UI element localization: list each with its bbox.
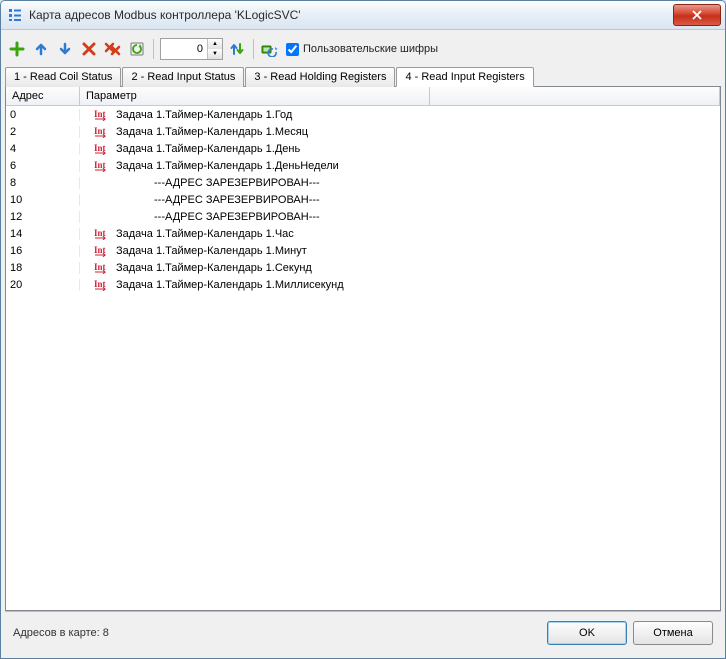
int-type-icon: Int (94, 278, 110, 291)
parameter-text: Задача 1.Таймер-Календарь 1.Месяц (116, 126, 308, 138)
parameter-text: Задача 1.Таймер-Календарь 1.Час (116, 228, 294, 240)
sort-icon[interactable] (227, 39, 247, 59)
cell-parameter: Int Задача 1.Таймер-Календарь 1.Месяц (80, 125, 720, 138)
cell-parameter: Int Задача 1.Таймер-Календарь 1.ДеньНедел… (80, 159, 720, 172)
parameter-text: Задача 1.Таймер-Календарь 1.День (116, 143, 300, 155)
offset-spinner[interactable]: ▲ ▼ (160, 38, 223, 60)
parameter-text: Задача 1.Таймер-Календарь 1.ДеньНедели (116, 160, 339, 172)
cancel-button[interactable]: Отмена (633, 621, 713, 645)
grid-body[interactable]: 0 Int Задача 1.Таймер-Календарь 1.Год 2 Int З… (6, 106, 720, 610)
cell-parameter: Int Задача 1.Таймер-Календарь 1.Час (80, 227, 720, 240)
parameter-text: Задача 1.Таймер-Календарь 1.Миллисекунд (116, 279, 344, 291)
tab-3[interactable]: 4 - Read Input Registers (396, 67, 533, 87)
table-row[interactable]: 0 Int Задача 1.Таймер-Календарь 1.Год (6, 106, 720, 123)
int-type-icon: Int (94, 108, 110, 121)
cell-address: 2 (6, 126, 80, 138)
cell-parameter: Int Задача 1.Таймер-Календарь 1.Минут (80, 244, 720, 257)
cell-address: 10 (6, 194, 80, 206)
cell-parameter: Int Задача 1.Таймер-Календарь 1.День (80, 142, 720, 155)
status-text: Адресов в карте: 8 (13, 627, 541, 639)
cell-parameter: ---АДРЕС ЗАРЕЗЕРВИРОВАН--- (80, 211, 720, 223)
cell-address: 6 (6, 160, 80, 172)
table-row[interactable]: 18 Int Задача 1.Таймер-Календарь 1.Секунд (6, 259, 720, 276)
spinner-down[interactable]: ▼ (208, 49, 222, 59)
delete-icon[interactable] (79, 39, 99, 59)
close-button[interactable] (673, 4, 721, 26)
tab-0[interactable]: 1 - Read Coil Status (5, 67, 121, 87)
table-row[interactable]: 14 Int Задача 1.Таймер-Календарь 1.Час (6, 225, 720, 242)
statusbar: Адресов в карте: 8 OK Отмена (5, 611, 721, 654)
device-icon[interactable] (260, 39, 280, 59)
user-ciphers-input[interactable] (286, 43, 299, 56)
delete-all-icon[interactable] (103, 39, 123, 59)
int-type-icon: Int (94, 227, 110, 240)
cell-address: 16 (6, 245, 80, 257)
cell-parameter: Int Задача 1.Таймер-Календарь 1.Секунд (80, 261, 720, 274)
arrow-up-icon[interactable] (31, 39, 51, 59)
toolbar: ▲ ▼ Пользоват (5, 34, 721, 64)
table-row[interactable]: 16 Int Задача 1.Таймер-Календарь 1.Минут (6, 242, 720, 259)
table-row[interactable]: 4 Int Задача 1.Таймер-Календарь 1.День (6, 140, 720, 157)
table-row[interactable]: 12 ---АДРЕС ЗАРЕЗЕРВИРОВАН--- (6, 208, 720, 225)
client-area: ▲ ▼ Пользоват (1, 30, 725, 658)
tab-1[interactable]: 2 - Read Input Status (122, 67, 244, 87)
titlebar: Карта адресов Modbus контроллера 'KLogic… (1, 1, 725, 30)
int-type-icon: Int (94, 261, 110, 274)
window: Карта адресов Modbus контроллера 'KLogic… (0, 0, 726, 659)
app-icon (7, 7, 23, 23)
table-row[interactable]: 2 Int Задача 1.Таймер-Календарь 1.Месяц (6, 123, 720, 140)
grid: Адрес Параметр 0 Int Задача 1.Таймер-Кален… (5, 86, 721, 611)
offset-input[interactable] (161, 39, 207, 59)
tab-2[interactable]: 3 - Read Holding Registers (245, 67, 395, 87)
toolbar-separator (253, 39, 254, 59)
cell-address: 12 (6, 211, 80, 223)
int-type-icon: Int (94, 159, 110, 172)
table-row[interactable]: 8 ---АДРЕС ЗАРЕЗЕРВИРОВАН--- (6, 174, 720, 191)
reserved-text: ---АДРЕС ЗАРЕЗЕРВИРОВАН--- (94, 211, 320, 223)
int-type-icon: Int (94, 142, 110, 155)
col-header-parameter[interactable]: Параметр (80, 87, 430, 105)
table-row[interactable]: 10 ---АДРЕС ЗАРЕЗЕРВИРОВАН--- (6, 191, 720, 208)
cell-parameter: ---АДРЕС ЗАРЕЗЕРВИРОВАН--- (80, 177, 720, 189)
int-type-icon: Int (94, 244, 110, 257)
col-header-empty (430, 87, 720, 105)
cell-address: 20 (6, 279, 80, 291)
reserved-text: ---АДРЕС ЗАРЕЗЕРВИРОВАН--- (94, 177, 320, 189)
tabs: 1 - Read Coil Status2 - Read Input Statu… (5, 66, 721, 86)
cell-address: 18 (6, 262, 80, 274)
user-ciphers-checkbox[interactable]: Пользовательские шифры (286, 43, 438, 56)
reserved-text: ---АДРЕС ЗАРЕЗЕРВИРОВАН--- (94, 194, 320, 206)
cell-address: 0 (6, 109, 80, 121)
cell-parameter: Int Задача 1.Таймер-Календарь 1.Миллисеку… (80, 278, 720, 291)
user-ciphers-label: Пользовательские шифры (303, 43, 438, 55)
cell-parameter: ---АДРЕС ЗАРЕЗЕРВИРОВАН--- (80, 194, 720, 206)
toolbar-separator (153, 39, 154, 59)
add-icon[interactable] (7, 39, 27, 59)
window-title: Карта адресов Modbus контроллера 'KLogic… (29, 8, 673, 22)
parameter-text: Задача 1.Таймер-Календарь 1.Минут (116, 245, 307, 257)
col-header-address[interactable]: Адрес (6, 87, 80, 105)
parameter-text: Задача 1.Таймер-Календарь 1.Секунд (116, 262, 312, 274)
arrow-down-icon[interactable] (55, 39, 75, 59)
int-type-icon: Int (94, 125, 110, 138)
grid-header: Адрес Параметр (6, 87, 720, 106)
table-row[interactable]: 6 Int Задача 1.Таймер-Календарь 1.ДеньНеде… (6, 157, 720, 174)
table-row[interactable]: 20 Int Задача 1.Таймер-Календарь 1.Миллисе… (6, 276, 720, 293)
parameter-text: Задача 1.Таймер-Календарь 1.Год (116, 109, 292, 121)
spinner-up[interactable]: ▲ (208, 39, 222, 49)
refresh-icon[interactable] (127, 39, 147, 59)
cell-address: 8 (6, 177, 80, 189)
ok-button[interactable]: OK (547, 621, 627, 645)
cell-address: 4 (6, 143, 80, 155)
cell-parameter: Int Задача 1.Таймер-Календарь 1.Год (80, 108, 720, 121)
cell-address: 14 (6, 228, 80, 240)
